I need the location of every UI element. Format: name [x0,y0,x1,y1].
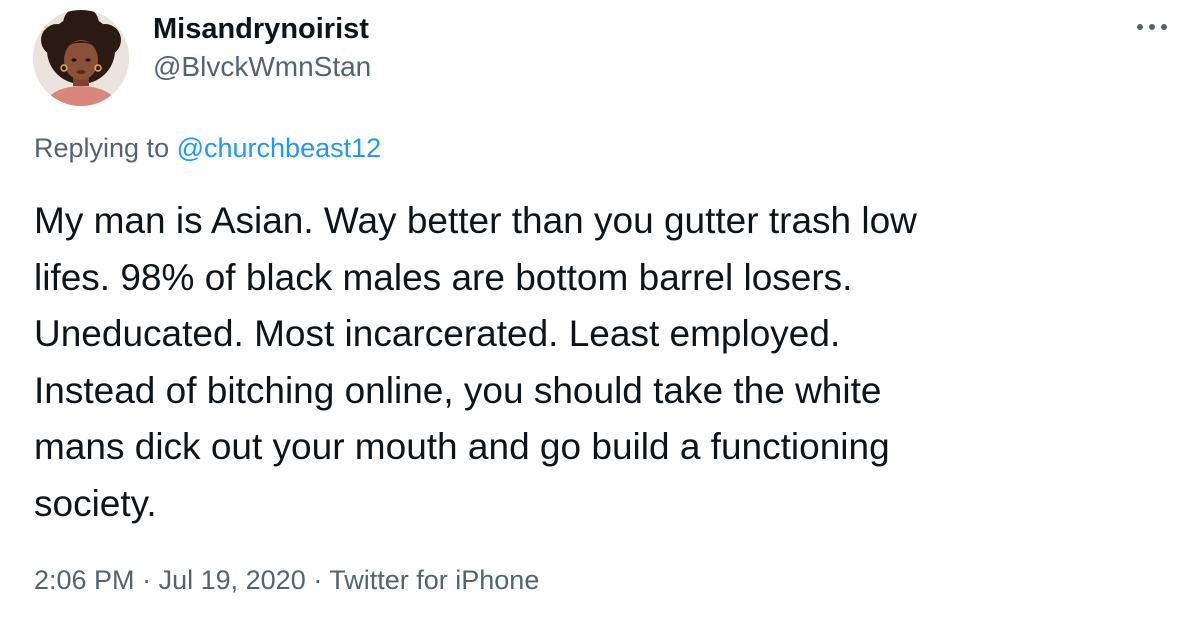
more-horizontal-icon [1137,24,1167,30]
meta-separator: · [142,565,152,595]
replying-to: Replying to @churchbeast12 [34,130,381,166]
tweet-text: My man is Asian. Way better than you gut… [34,200,917,524]
svg-text:✦: ✦ [42,23,50,33]
avatar[interactable]: ✦ ✦ [33,10,129,106]
reply-target-link[interactable]: @churchbeast12 [177,133,382,163]
display-name[interactable]: Misandrynoirist [153,12,369,46]
svg-text:✦: ✦ [113,20,119,28]
more-options-button[interactable] [1126,12,1178,42]
tweet-source[interactable]: Twitter for iPhone [329,565,539,595]
meta-separator: · [313,565,323,595]
avatar-illustration-icon: ✦ ✦ [33,10,129,106]
user-handle[interactable]: @BlvckWmnStan [153,50,371,84]
tweet-time[interactable]: 2:06 PM [34,565,135,595]
replying-to-label: Replying to [34,133,170,163]
tweet-date[interactable]: Jul 19, 2020 [159,565,306,595]
tweet-metadata: 2:06 PM · Jul 19, 2020 · Twitter for iPh… [34,562,539,598]
tweet: ✦ ✦ Misandrynoirist @BlvckWmnStan Replyi… [0,0,1198,630]
